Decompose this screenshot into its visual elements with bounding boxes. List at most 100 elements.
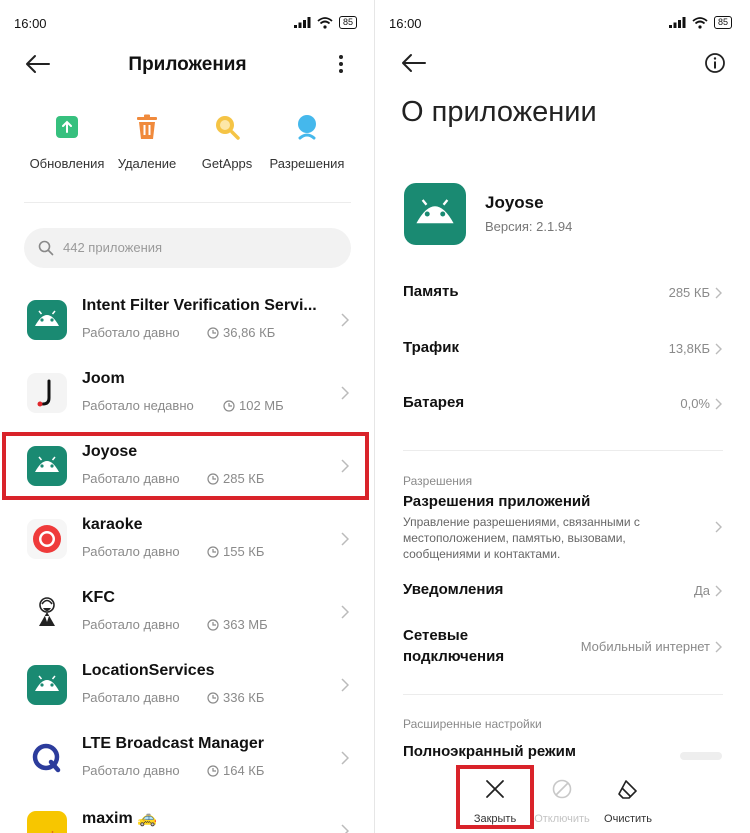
wifi-icon (317, 16, 333, 29)
highlight-box (456, 765, 534, 829)
clock-icon (207, 545, 219, 558)
app-list-item[interactable]: KFC Работало давно 363 МБ (0, 576, 375, 649)
quick-action-updates[interactable]: Обновления (22, 112, 112, 171)
status-bar: 16:00 85 (0, 14, 375, 32)
android-icon (27, 665, 67, 705)
app-list-item[interactable]: maxim maxim 🚕 (0, 795, 375, 833)
apps-list-screen: 16:00 85 Приложения Обновления Удаление … (0, 0, 375, 833)
chevron-right-icon (715, 521, 722, 533)
quick-action-getapps[interactable]: GetApps (182, 112, 272, 171)
page-title: Приложения (128, 54, 247, 75)
chevron-right-icon (715, 398, 722, 410)
app-name: LocationServices (82, 662, 215, 679)
quick-action-uninstall[interactable]: Удаление (102, 112, 192, 171)
app-status: Работало недавно (82, 398, 194, 413)
battery-indicator: 85 (713, 16, 732, 29)
search-icon (38, 240, 54, 256)
permissions-icon (298, 115, 316, 140)
chevron-right-icon (715, 641, 722, 653)
chevron-right-icon (715, 287, 722, 299)
app-name: KFC (82, 589, 115, 606)
app-list-item[interactable]: LTE Broadcast Manager Работало давно 164… (0, 722, 375, 795)
section-header: Разрешения (403, 474, 473, 488)
chevron-right-icon (341, 605, 349, 619)
toggle-switch[interactable] (680, 752, 722, 760)
divider (403, 450, 723, 451)
search-field[interactable]: 442 приложения (24, 228, 351, 268)
chevron-right-icon (341, 824, 349, 833)
app-size: 363 МБ (207, 617, 268, 632)
app-status: Работало давно (82, 544, 180, 559)
app-size: 155 КБ (207, 544, 264, 559)
app-name: maxim 🚕 (82, 810, 158, 827)
status-bar: 16:00 85 (375, 14, 750, 32)
lte-icon (27, 738, 67, 778)
chevron-right-icon (341, 751, 349, 765)
disable-button[interactable]: Отключить (527, 770, 597, 825)
chevron-right-icon (341, 386, 349, 400)
trash-icon (137, 114, 157, 139)
app-name: Intent Filter Verification Servi... (82, 297, 317, 314)
clock-icon (207, 618, 219, 631)
section-header: Расширенные настройки (403, 717, 542, 731)
chevron-right-icon (715, 585, 722, 597)
chevron-right-icon (341, 532, 349, 546)
status-time: 16:00 (389, 16, 422, 31)
clock-icon (207, 326, 219, 339)
signal-icon (293, 17, 311, 28)
wifi-icon (692, 16, 708, 29)
more-options-icon[interactable] (331, 50, 351, 78)
chevron-right-icon (341, 313, 349, 327)
app-status: Работало давно (82, 617, 180, 632)
app-name: LTE Broadcast Manager (82, 735, 264, 752)
app-name: Joom (82, 370, 125, 387)
app-status: Работало давно (82, 763, 180, 778)
quick-actions: Обновления Удаление GetApps Разрешения (0, 112, 375, 172)
app-status: Работало давно (82, 325, 180, 340)
clock-icon (223, 399, 235, 412)
bottom-action-bar: Закрыть Отключить Очистить (375, 760, 750, 833)
chevron-right-icon (715, 343, 722, 355)
update-icon (56, 116, 78, 138)
app-size: 36,86 КБ (207, 325, 275, 340)
eraser-icon (618, 780, 637, 799)
permissions-description: Управление разрешениями, связанными с ме… (403, 515, 640, 561)
battery-row[interactable]: Батарея 0,0% (375, 394, 750, 414)
joom-icon (27, 373, 67, 413)
app-version: Версия: 2.1.94 (485, 219, 573, 234)
getapps-icon (216, 116, 240, 140)
android-icon (27, 300, 67, 340)
app-status: Работало давно (82, 690, 180, 705)
app-name: Joyose (485, 193, 544, 212)
android-icon (404, 183, 466, 245)
status-time: 16:00 (14, 16, 47, 31)
network-row[interactable]: Сетевые подключения Мобильный интернет (375, 627, 750, 669)
karaoke-icon (27, 519, 67, 559)
maxim-icon: maxim (27, 811, 67, 833)
app-list-item[interactable]: Intent Filter Verification Servi... Рабо… (0, 284, 375, 357)
app-size: 336 КБ (207, 690, 264, 705)
info-icon[interactable] (704, 52, 726, 74)
page-title: О приложении (401, 96, 597, 128)
divider (24, 202, 351, 203)
signal-icon (668, 17, 686, 28)
notifications-row[interactable]: Уведомления Да (375, 581, 750, 601)
storage-row[interactable]: Память 285 КБ (375, 283, 750, 303)
traffic-row[interactable]: Трафик 13,8КБ (375, 339, 750, 359)
divider (403, 694, 723, 695)
search-placeholder: 442 приложения (63, 240, 163, 255)
kfc-icon (27, 592, 67, 632)
highlight-box (2, 432, 369, 500)
app-list-item[interactable]: LocationServices Работало давно 336 КБ (0, 649, 375, 722)
app-list-item[interactable]: karaoke Работало давно 155 КБ (0, 503, 375, 576)
app-info-screen: 16:00 85 О приложении Joyose Версия: 2.1… (375, 0, 750, 833)
app-size: 102 МБ (223, 398, 284, 413)
back-arrow-icon[interactable] (399, 50, 427, 76)
app-size: 164 КБ (207, 763, 264, 778)
clear-button[interactable]: Очистить (593, 770, 663, 825)
battery-indicator: 85 (338, 16, 357, 29)
quick-action-permissions[interactable]: Разрешения (262, 112, 352, 171)
chevron-right-icon (341, 678, 349, 692)
app-list-item[interactable]: Joom Работало недавно 102 МБ (0, 357, 375, 430)
disable-icon (552, 779, 572, 799)
